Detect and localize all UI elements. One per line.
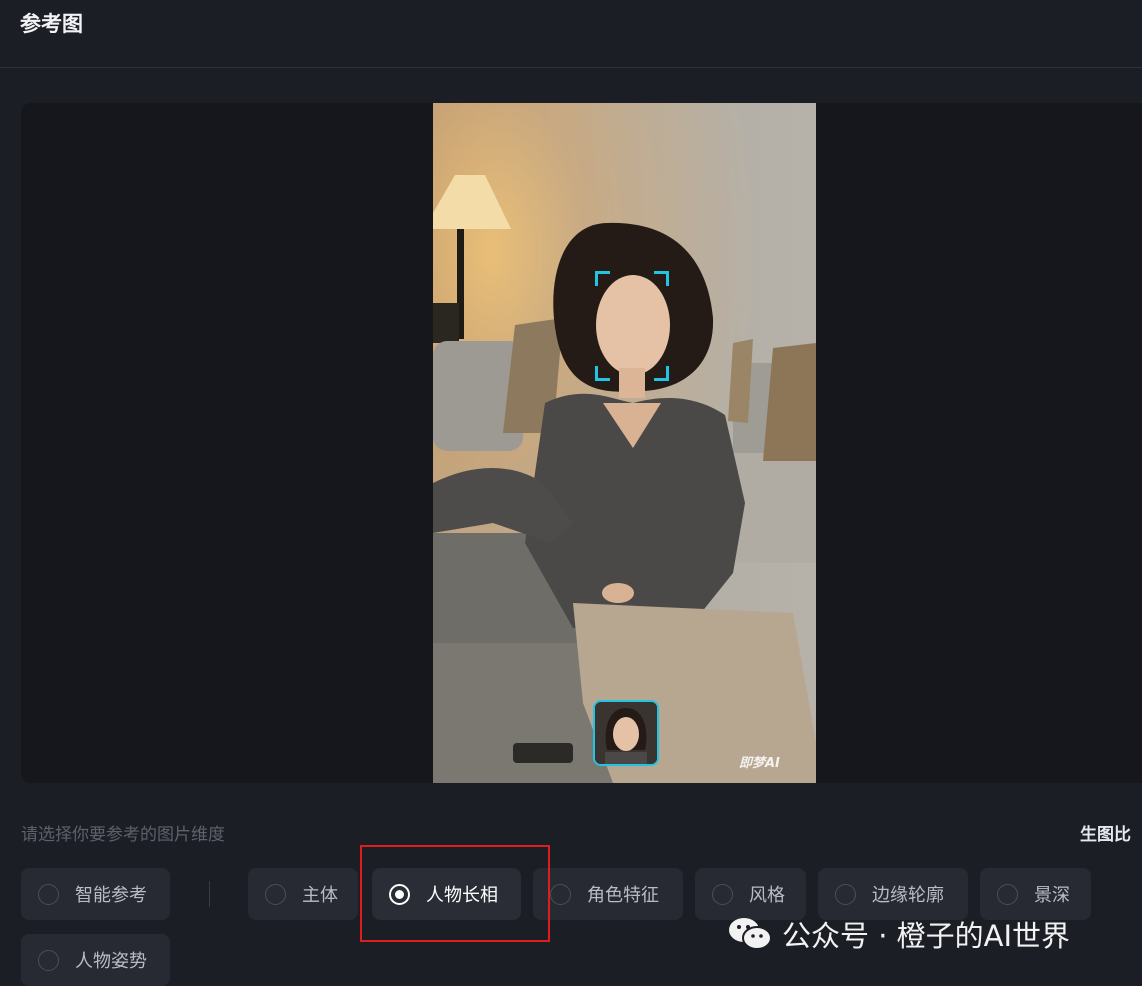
option-label: 风格 [749,885,785,906]
option-pose[interactable]: 人物姿势 [21,934,170,986]
option-label: 角色特征 [587,885,659,906]
reference-image-preview: 即梦AI [21,103,1142,783]
option-subject[interactable]: 主体 [248,868,358,920]
option-smart-reference[interactable]: 智能参考 [21,868,170,920]
option-label: 景深 [1034,885,1070,906]
option-label: 边缘轮廓 [872,885,944,906]
option-divider [209,881,210,907]
annotation-highlight-box [360,845,550,942]
reference-photo: 即梦AI [433,103,816,783]
page-title: 参考图 [20,12,83,36]
face-detection-box [595,271,669,381]
radio-icon [550,883,571,905]
radio-icon [712,883,733,905]
panel-header: 参考图 [0,0,1142,68]
radio-icon [265,883,286,905]
radio-icon [38,949,59,971]
option-label: 智能参考 [75,885,147,906]
option-label: 主体 [302,885,338,906]
radio-icon [38,883,59,905]
watermark-text: 公众号 · 橙子的AI世界 [782,919,1071,953]
option-character-features[interactable]: 角色特征 [533,868,683,920]
account-watermark: 公众号 · 橙子的AI世界 [728,913,1070,955]
radio-icon [997,883,1018,905]
aspect-ratio-label[interactable]: 生图比 [1080,820,1131,845]
face-thumbnail[interactable] [593,700,659,766]
radio-icon [835,883,856,905]
option-label: 人物姿势 [75,951,147,972]
dimension-hint: 请选择你要参考的图片维度 [21,825,225,845]
image-watermark: 即梦AI [739,756,780,771]
wechat-icon [729,918,772,950]
